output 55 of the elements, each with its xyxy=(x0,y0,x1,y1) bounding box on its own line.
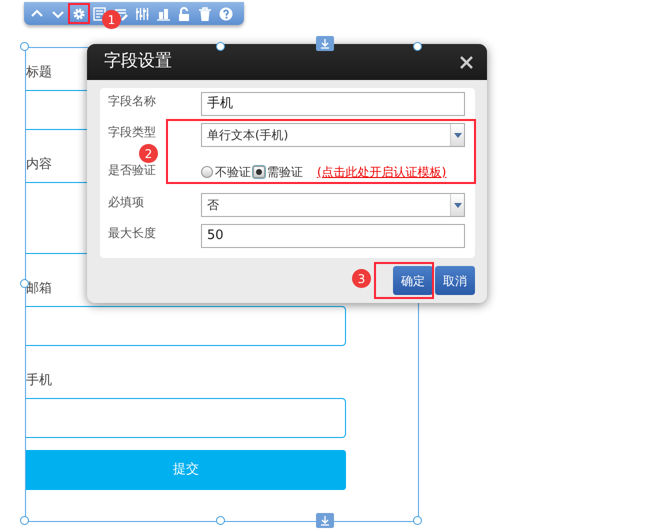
form-icon xyxy=(93,6,107,20)
edit-list-icon xyxy=(114,6,128,20)
settings-button[interactable] xyxy=(72,6,86,20)
dropdown-caret-icon xyxy=(454,132,462,138)
sliders-icon xyxy=(135,6,149,20)
form-button[interactable] xyxy=(93,6,107,20)
radio-button[interactable] xyxy=(253,166,265,178)
text-field[interactable] xyxy=(26,306,346,346)
field-label: 内容 xyxy=(26,156,52,174)
field-label: 字段名称 xyxy=(108,93,157,110)
bar-chart-icon xyxy=(156,6,170,20)
resize-handle[interactable] xyxy=(216,42,225,51)
highlight-frame xyxy=(374,262,434,299)
field-label: 标题 xyxy=(26,64,52,82)
help-button[interactable] xyxy=(219,6,233,20)
help-icon xyxy=(219,6,233,20)
radio-dot-icon xyxy=(256,169,262,175)
field-label: 手机 xyxy=(26,372,52,390)
highlight-frame xyxy=(68,3,90,24)
sliders-button[interactable] xyxy=(135,6,149,20)
radio-option[interactable]: 不验证 xyxy=(201,163,251,181)
edit-list-button[interactable] xyxy=(114,6,128,20)
unlock-icon xyxy=(177,6,191,20)
resize-handle[interactable] xyxy=(413,516,422,525)
dialog-title: 字段设置 xyxy=(104,50,172,74)
trash-icon xyxy=(198,6,212,20)
text-field[interactable]: 手机 xyxy=(201,92,465,116)
settings-icon xyxy=(72,6,86,20)
close-icon xyxy=(460,56,473,68)
resize-handle[interactable] xyxy=(20,516,29,525)
dialog-button[interactable]: 确定 xyxy=(393,266,433,295)
text-field[interactable]: 50 xyxy=(201,224,465,248)
field-label: 字段类型 xyxy=(108,124,157,141)
trash-button[interactable] xyxy=(198,6,212,20)
dropdown-caret-icon xyxy=(454,202,462,208)
text-field[interactable] xyxy=(26,398,346,438)
download-arrow-icon xyxy=(320,38,330,48)
download-arrow-icon xyxy=(320,516,330,526)
template-link[interactable]: (点击此处开启认证模板) xyxy=(317,163,446,181)
resize-handle[interactable] xyxy=(20,42,29,51)
select-field[interactable]: 否 xyxy=(201,193,465,217)
move-handle[interactable] xyxy=(316,513,334,528)
close-button[interactable] xyxy=(460,56,473,68)
bar-chart-button[interactable] xyxy=(156,6,170,20)
field-label: 是否验证 xyxy=(108,162,157,179)
select-field[interactable]: 单行文本(手机) xyxy=(201,123,465,147)
radio-button[interactable] xyxy=(201,166,213,178)
move-handle[interactable] xyxy=(316,36,334,51)
resize-handle[interactable] xyxy=(413,42,422,51)
dialog-button[interactable]: 取消 xyxy=(435,266,475,295)
unlock-button[interactable] xyxy=(177,6,191,20)
field-label: 最大长度 xyxy=(108,225,157,242)
field-label: 必填项 xyxy=(108,194,145,211)
radio-option[interactable]: 需验证 xyxy=(253,163,303,181)
resize-handle[interactable] xyxy=(216,516,225,525)
